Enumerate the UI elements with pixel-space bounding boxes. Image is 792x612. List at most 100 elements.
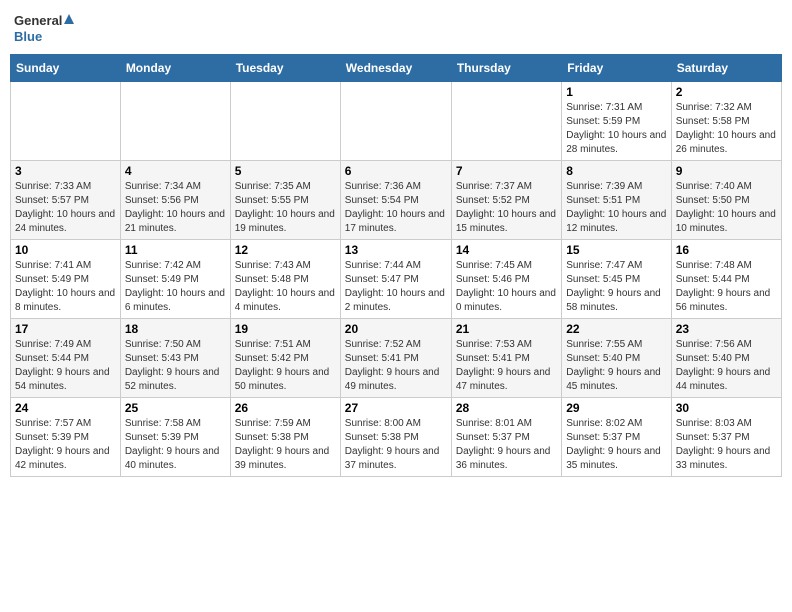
day-number: 7 <box>456 164 557 178</box>
day-info: Sunrise: 7:52 AM Sunset: 5:41 PM Dayligh… <box>345 338 447 394</box>
calendar-body: 1 Sunrise: 7:31 AM Sunset: 5:59 PM Daylig… <box>11 82 782 477</box>
calendar-cell: 12 Sunrise: 7:43 AM Sunset: 5:48 PM Dayli… <box>230 240 340 319</box>
day-number: 30 <box>676 401 777 415</box>
day-info: Sunrise: 7:42 AM Sunset: 5:49 PM Dayligh… <box>125 259 226 315</box>
calendar-cell: 28Sunrise: 8:01 AM Sunset: 5:37 PM Dayli… <box>451 398 561 477</box>
day-info: Sunrise: 7:36 AM Sunset: 5:54 PM Dayligh… <box>345 180 447 236</box>
day-number: 4 <box>125 164 226 178</box>
calendar-week-2: 3Sunrise: 7:33 AM Sunset: 5:57 PM Daylig… <box>11 161 782 240</box>
day-info: Sunrise: 7:43 AM Sunset: 5:48 PM Dayligh… <box>235 259 336 315</box>
day-number: 5 <box>235 164 336 178</box>
calendar-cell <box>11 82 121 161</box>
weekday-header-wednesday: Wednesday <box>340 55 451 82</box>
day-number: 12 <box>235 243 336 257</box>
day-number: 16 <box>676 243 777 257</box>
day-number: 25 <box>125 401 226 415</box>
weekday-header-friday: Friday <box>562 55 671 82</box>
day-number: 19 <box>235 322 336 336</box>
day-number: 1 <box>566 85 666 99</box>
day-info: Sunrise: 7:33 AM Sunset: 5:57 PM Dayligh… <box>15 180 116 236</box>
page-header: General Blue <box>10 10 782 46</box>
day-number: 24 <box>15 401 116 415</box>
calendar-cell: 2 Sunrise: 7:32 AM Sunset: 5:58 PM Daylig… <box>671 82 781 161</box>
day-number: 22 <box>566 322 666 336</box>
calendar-cell <box>451 82 561 161</box>
day-number: 8 <box>566 164 666 178</box>
day-number: 11 <box>125 243 226 257</box>
calendar-header: SundayMondayTuesdayWednesdayThursdayFrid… <box>11 55 782 82</box>
day-number: 15 <box>566 243 666 257</box>
day-info: Sunrise: 7:34 AM Sunset: 5:56 PM Dayligh… <box>125 180 226 236</box>
day-info: Sunrise: 8:01 AM Sunset: 5:37 PM Dayligh… <box>456 417 557 473</box>
calendar-cell <box>340 82 451 161</box>
day-number: 20 <box>345 322 447 336</box>
day-number: 27 <box>345 401 447 415</box>
day-info: Sunrise: 7:35 AM Sunset: 5:55 PM Dayligh… <box>235 180 336 236</box>
calendar-cell: 25 Sunrise: 7:58 AM Sunset: 5:39 PM Dayli… <box>120 398 230 477</box>
day-number: 10 <box>15 243 116 257</box>
svg-text:General: General <box>14 13 62 28</box>
logo-svg: General Blue <box>14 10 74 46</box>
day-info: Sunrise: 7:39 AM Sunset: 5:51 PM Dayligh… <box>566 180 666 236</box>
day-info: Sunrise: 7:53 AM Sunset: 5:41 PM Dayligh… <box>456 338 557 394</box>
calendar-cell: 23 Sunrise: 7:56 AM Sunset: 5:40 PM Dayli… <box>671 319 781 398</box>
day-info: Sunrise: 7:37 AM Sunset: 5:52 PM Dayligh… <box>456 180 557 236</box>
calendar-week-5: 24 Sunrise: 7:57 AM Sunset: 5:39 PM Dayli… <box>11 398 782 477</box>
day-number: 29 <box>566 401 666 415</box>
calendar-week-3: 10 Sunrise: 7:41 AM Sunset: 5:49 PM Dayli… <box>11 240 782 319</box>
day-info: Sunrise: 7:31 AM Sunset: 5:59 PM Dayligh… <box>566 101 666 157</box>
calendar-cell: 29 Sunrise: 8:02 AM Sunset: 5:37 PM Dayli… <box>562 398 671 477</box>
day-info: Sunrise: 7:51 AM Sunset: 5:42 PM Dayligh… <box>235 338 336 394</box>
calendar-cell: 4 Sunrise: 7:34 AM Sunset: 5:56 PM Daylig… <box>120 161 230 240</box>
day-number: 23 <box>676 322 777 336</box>
weekday-header-thursday: Thursday <box>451 55 561 82</box>
calendar-cell: 16 Sunrise: 7:48 AM Sunset: 5:44 PM Dayli… <box>671 240 781 319</box>
day-info: Sunrise: 7:48 AM Sunset: 5:44 PM Dayligh… <box>676 259 777 315</box>
calendar-cell <box>120 82 230 161</box>
weekday-header-tuesday: Tuesday <box>230 55 340 82</box>
calendar-week-1: 1 Sunrise: 7:31 AM Sunset: 5:59 PM Daylig… <box>11 82 782 161</box>
day-number: 2 <box>676 85 777 99</box>
calendar-cell: 6 Sunrise: 7:36 AM Sunset: 5:54 PM Daylig… <box>340 161 451 240</box>
weekday-header-sunday: Sunday <box>11 55 121 82</box>
calendar-cell: 1 Sunrise: 7:31 AM Sunset: 5:59 PM Daylig… <box>562 82 671 161</box>
day-info: Sunrise: 7:58 AM Sunset: 5:39 PM Dayligh… <box>125 417 226 473</box>
day-info: Sunrise: 7:49 AM Sunset: 5:44 PM Dayligh… <box>15 338 116 394</box>
day-info: Sunrise: 7:55 AM Sunset: 5:40 PM Dayligh… <box>566 338 666 394</box>
day-info: Sunrise: 7:40 AM Sunset: 5:50 PM Dayligh… <box>676 180 777 236</box>
calendar-cell: 26Sunrise: 7:59 AM Sunset: 5:38 PM Dayli… <box>230 398 340 477</box>
calendar-cell: 18 Sunrise: 7:50 AM Sunset: 5:43 PM Dayli… <box>120 319 230 398</box>
calendar-cell: 17 Sunrise: 7:49 AM Sunset: 5:44 PM Dayli… <box>11 319 121 398</box>
calendar-cell: 5 Sunrise: 7:35 AM Sunset: 5:55 PM Daylig… <box>230 161 340 240</box>
calendar-cell: 22 Sunrise: 7:55 AM Sunset: 5:40 PM Dayli… <box>562 319 671 398</box>
calendar-cell: 3Sunrise: 7:33 AM Sunset: 5:57 PM Daylig… <box>11 161 121 240</box>
header-row: SundayMondayTuesdayWednesdayThursdayFrid… <box>11 55 782 82</box>
calendar-cell <box>230 82 340 161</box>
day-info: Sunrise: 7:56 AM Sunset: 5:40 PM Dayligh… <box>676 338 777 394</box>
calendar-cell: 7 Sunrise: 7:37 AM Sunset: 5:52 PM Daylig… <box>451 161 561 240</box>
calendar-cell: 24 Sunrise: 7:57 AM Sunset: 5:39 PM Dayli… <box>11 398 121 477</box>
day-number: 6 <box>345 164 447 178</box>
day-info: Sunrise: 8:02 AM Sunset: 5:37 PM Dayligh… <box>566 417 666 473</box>
day-info: Sunrise: 7:47 AM Sunset: 5:45 PM Dayligh… <box>566 259 666 315</box>
calendar-cell: 27Sunrise: 8:00 AM Sunset: 5:38 PM Dayli… <box>340 398 451 477</box>
day-info: Sunrise: 7:57 AM Sunset: 5:39 PM Dayligh… <box>15 417 116 473</box>
day-info: Sunrise: 7:45 AM Sunset: 5:46 PM Dayligh… <box>456 259 557 315</box>
calendar-cell: 10 Sunrise: 7:41 AM Sunset: 5:49 PM Dayli… <box>11 240 121 319</box>
day-info: Sunrise: 7:50 AM Sunset: 5:43 PM Dayligh… <box>125 338 226 394</box>
calendar-week-4: 17 Sunrise: 7:49 AM Sunset: 5:44 PM Dayli… <box>11 319 782 398</box>
weekday-header-monday: Monday <box>120 55 230 82</box>
day-info: Sunrise: 8:03 AM Sunset: 5:37 PM Dayligh… <box>676 417 777 473</box>
calendar-cell: 15 Sunrise: 7:47 AM Sunset: 5:45 PM Dayli… <box>562 240 671 319</box>
day-number: 18 <box>125 322 226 336</box>
day-info: Sunrise: 7:32 AM Sunset: 5:58 PM Dayligh… <box>676 101 777 157</box>
day-info: Sunrise: 7:41 AM Sunset: 5:49 PM Dayligh… <box>15 259 116 315</box>
day-number: 17 <box>15 322 116 336</box>
day-number: 9 <box>676 164 777 178</box>
logo: General Blue <box>14 10 74 46</box>
calendar-cell: 20 Sunrise: 7:52 AM Sunset: 5:41 PM Dayli… <box>340 319 451 398</box>
calendar-cell: 13Sunrise: 7:44 AM Sunset: 5:47 PM Dayli… <box>340 240 451 319</box>
calendar-cell: 19 Sunrise: 7:51 AM Sunset: 5:42 PM Dayli… <box>230 319 340 398</box>
weekday-header-saturday: Saturday <box>671 55 781 82</box>
calendar-cell: 21Sunrise: 7:53 AM Sunset: 5:41 PM Dayli… <box>451 319 561 398</box>
